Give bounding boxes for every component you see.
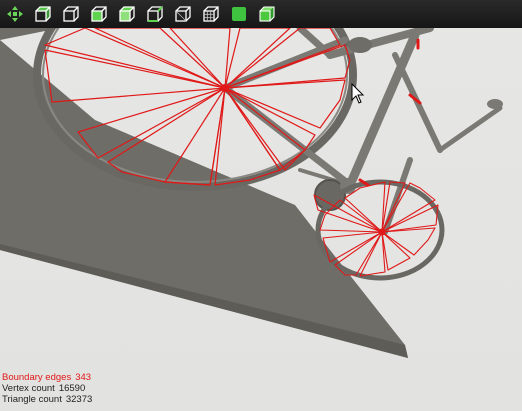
solid-green-square-icon [231,7,246,21]
triangle-count-label: Triangle count [2,394,62,405]
move-arrows-icon [6,6,23,22]
view-cube-2-button[interactable] [60,4,81,25]
green-edge-cube-icon [146,6,163,22]
mesh-stats: Boundary edges 343 Vertex count 16590 Tr… [2,372,92,405]
vertex-count-value: 16590 [58,383,86,394]
triangle-count-value: 32373 [65,394,93,405]
green-face-cube-icon [90,6,107,22]
boundary-edges-stat: Boundary edges 343 [2,372,92,383]
view-cube-7-button[interactable] [200,4,221,25]
wireframe-cube-green-icon [34,6,51,22]
toolbar [0,0,522,28]
move-tool-button[interactable] [4,4,25,25]
view-cube-5-button[interactable] [144,4,165,25]
vertex-count-stat: Vertex count 16590 [2,383,92,394]
view-cube-6-button[interactable] [172,4,193,25]
vertex-count-label: Vertex count [2,383,55,394]
shaded-cube-button[interactable] [256,4,277,25]
boundary-edges-label: Boundary edges [2,372,72,383]
view-cube-4-button[interactable] [116,4,137,25]
view-cube-3-button[interactable] [88,4,109,25]
green-face-cube-icon [118,6,135,22]
triangle-count-stat: Triangle count 32373 [2,394,92,405]
3d-viewport[interactable] [0,28,522,411]
bicycle-model [0,28,522,411]
boundary-edges-value: 343 [75,372,92,383]
wireframe-cube-icon [174,6,191,22]
wireframe-cube-icon [62,6,79,22]
view-cube-1-button[interactable] [32,4,53,25]
solid-view-button[interactable] [228,4,249,25]
shaded-green-cube-icon [258,6,275,22]
grid-cube-icon [202,6,219,22]
